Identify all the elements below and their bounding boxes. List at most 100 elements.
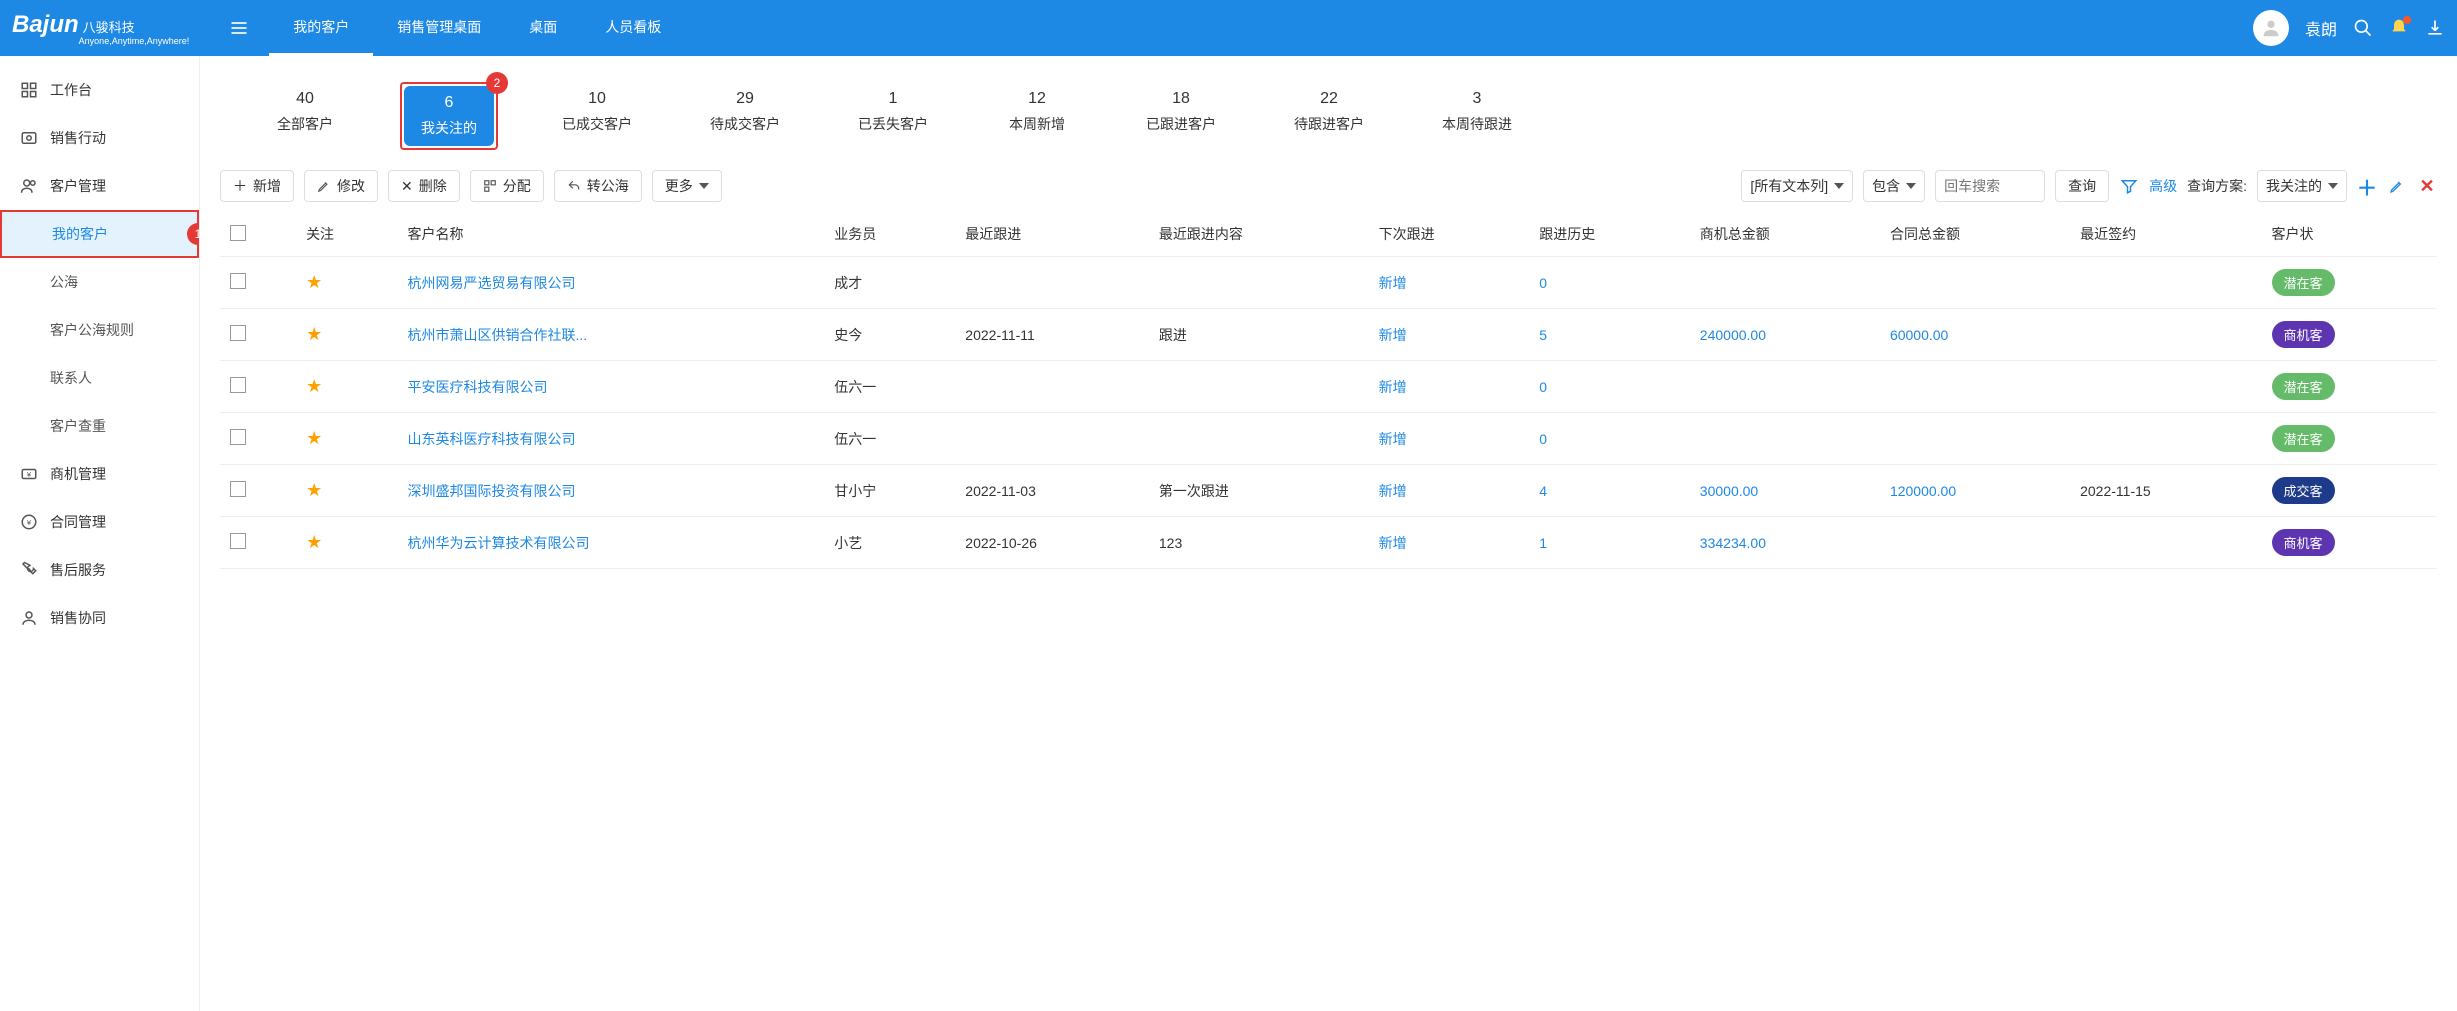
sidebar-item[interactable]: ¥商机管理	[0, 450, 199, 498]
sidebar-item[interactable]: ¥合同管理	[0, 498, 199, 546]
customer-name-link[interactable]: 杭州网易严选贸易有限公司	[407, 275, 575, 291]
stat-card[interactable]: 1已丢失客户	[844, 82, 942, 150]
top-tab[interactable]: 人员看板	[581, 0, 685, 56]
history-count-link[interactable]: 0	[1539, 379, 1547, 395]
star-icon[interactable]: ★	[306, 272, 322, 292]
column-header[interactable]: 最近跟进内容	[1149, 212, 1369, 257]
stat-card[interactable]: 12本周新增	[992, 82, 1082, 150]
star-icon[interactable]: ★	[306, 324, 322, 344]
row-checkbox[interactable]	[230, 377, 246, 393]
chevron-down-icon	[699, 183, 709, 189]
search-icon[interactable]	[2353, 18, 2373, 38]
delete-plan-icon[interactable]: ✕	[2417, 176, 2437, 196]
logo-subtext: 八骏科技	[83, 17, 190, 36]
sidebar-sub-item[interactable]: 我的客户	[0, 210, 199, 258]
sidebar-label: 合同管理	[50, 512, 106, 532]
history-count-link[interactable]: 1	[1539, 535, 1547, 551]
sidebar-item[interactable]: 销售行动	[0, 114, 199, 162]
query-button[interactable]: 查询	[2055, 170, 2109, 202]
next-follow-link[interactable]: 新增	[1379, 275, 1407, 291]
star-icon[interactable]: ★	[306, 480, 322, 500]
stat-card[interactable]: 29待成交客户	[696, 82, 794, 150]
column-header[interactable]: 商机总金额	[1690, 212, 1880, 257]
sidebar-item[interactable]: 工作台	[0, 66, 199, 114]
customer-name-link[interactable]: 深圳盛邦国际投资有限公司	[407, 483, 575, 499]
column-header[interactable]: 最近跟进	[955, 212, 1149, 257]
next-follow-link[interactable]: 新增	[1379, 535, 1407, 551]
delete-button[interactable]: ✕删除	[388, 170, 460, 202]
plan-select[interactable]: 我关注的	[2257, 170, 2347, 202]
customer-name-link[interactable]: 杭州华为云计算技术有限公司	[407, 535, 589, 551]
sidebar-sub-item[interactable]: 客户查重	[0, 402, 199, 450]
column-header[interactable]: 客户名称	[397, 212, 824, 257]
filter-op-select[interactable]: 包含	[1863, 170, 1925, 202]
avatar[interactable]	[2253, 10, 2289, 46]
filter-icon[interactable]	[2119, 176, 2139, 196]
column-header[interactable]: 业务员	[824, 212, 955, 257]
search-input[interactable]	[1935, 170, 2045, 202]
next-follow-link[interactable]: 新增	[1379, 431, 1407, 447]
opp-amount[interactable]: 240000.00	[1700, 327, 1766, 343]
top-tab[interactable]: 销售管理桌面	[373, 0, 505, 56]
history-count-link[interactable]: 5	[1539, 327, 1547, 343]
history-count-link[interactable]: 0	[1539, 431, 1547, 447]
row-checkbox[interactable]	[230, 325, 246, 341]
sidebar-sub-item[interactable]: 客户公海规则	[0, 306, 199, 354]
assign-button[interactable]: 分配	[470, 170, 544, 202]
column-header[interactable]: 客户状	[2262, 212, 2438, 257]
stat-card[interactable]: 3本周待跟进	[1428, 82, 1526, 150]
star-icon[interactable]: ★	[306, 532, 322, 552]
top-tab[interactable]: 桌面	[505, 0, 581, 56]
username[interactable]: 袁朗	[2305, 16, 2337, 40]
column-header[interactable]: 合同总金额	[1880, 212, 2070, 257]
row-checkbox[interactable]	[230, 481, 246, 497]
to-sea-button[interactable]: 转公海	[554, 170, 642, 202]
stat-number: 10	[562, 90, 632, 108]
sidebar-sub-item[interactable]: 公海	[0, 258, 199, 306]
stat-card[interactable]: 22待跟进客户	[1280, 82, 1378, 150]
bell-icon[interactable]	[2389, 18, 2409, 38]
filter-column-select[interactable]: [所有文本列]	[1741, 170, 1853, 202]
hamburger-icon[interactable]	[229, 18, 249, 38]
customer-name-link[interactable]: 杭州市萧山区供销合作社联...	[407, 327, 587, 343]
chevron-down-icon	[1834, 183, 1844, 189]
sidebar-item[interactable]: 客户管理	[0, 162, 199, 210]
row-checkbox[interactable]	[230, 533, 246, 549]
sidebar-sub-item[interactable]: 联系人	[0, 354, 199, 402]
top-tab[interactable]: 我的客户	[269, 0, 373, 56]
column-header[interactable]: 最近签约	[2070, 212, 2261, 257]
edit-plan-icon[interactable]	[2387, 176, 2407, 196]
stat-card[interactable]: 6我关注的	[404, 86, 494, 146]
customer-name-link[interactable]: 山东英科医疗科技有限公司	[407, 431, 575, 447]
select-all-checkbox[interactable]	[230, 225, 246, 241]
add-plan-icon[interactable]: ＋	[2357, 176, 2377, 196]
edit-button[interactable]: 修改	[304, 170, 378, 202]
sidebar-item[interactable]: 售后服务	[0, 546, 199, 594]
download-icon[interactable]	[2425, 18, 2445, 38]
next-follow-link[interactable]: 新增	[1379, 327, 1407, 343]
advanced-link[interactable]: 高级	[2149, 176, 2177, 196]
history-count-link[interactable]: 4	[1539, 483, 1547, 499]
contract-amount[interactable]: 60000.00	[1890, 327, 1948, 343]
opp-amount[interactable]: 30000.00	[1700, 483, 1758, 499]
column-header[interactable]: 跟进历史	[1529, 212, 1690, 257]
stat-card[interactable]: 18已跟进客户	[1132, 82, 1230, 150]
customer-name-link[interactable]: 平安医疗科技有限公司	[407, 379, 547, 395]
logo[interactable]: Bajun 八骏科技 Anyone,Anytime,Anywhere!	[12, 11, 189, 46]
star-icon[interactable]: ★	[306, 428, 322, 448]
next-follow-link[interactable]: 新增	[1379, 483, 1407, 499]
contract-amount[interactable]: 120000.00	[1890, 483, 1956, 499]
row-checkbox[interactable]	[230, 429, 246, 445]
column-header[interactable]: 下次跟进	[1369, 212, 1530, 257]
stat-card[interactable]: 40全部客户	[260, 82, 350, 150]
history-count-link[interactable]: 0	[1539, 275, 1547, 291]
opp-amount[interactable]: 334234.00	[1700, 535, 1766, 551]
more-button[interactable]: 更多	[652, 170, 722, 202]
column-header[interactable]: 关注	[296, 212, 397, 257]
sidebar-item[interactable]: 销售协同	[0, 594, 199, 642]
add-button[interactable]: ＋新增	[220, 170, 294, 202]
stat-card[interactable]: 10已成交客户	[548, 82, 646, 150]
next-follow-link[interactable]: 新增	[1379, 379, 1407, 395]
row-checkbox[interactable]	[230, 273, 246, 289]
star-icon[interactable]: ★	[306, 376, 322, 396]
